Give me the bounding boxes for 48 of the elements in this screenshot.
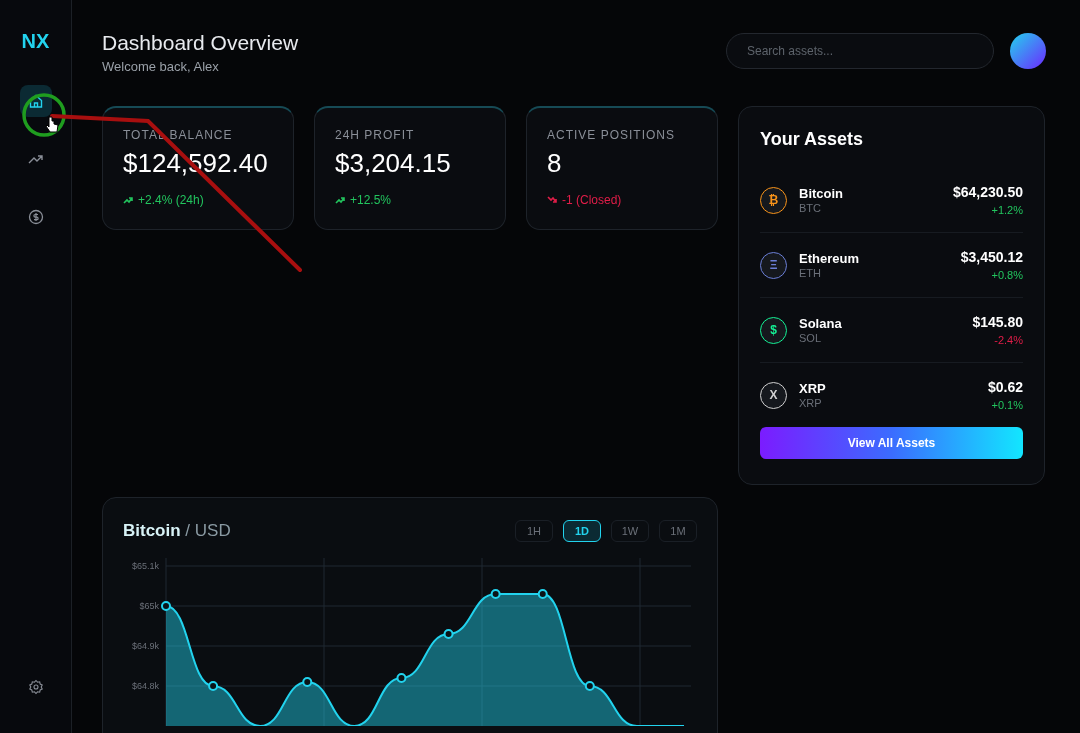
trend-icon — [27, 153, 44, 165]
dollar-icon — [27, 209, 44, 225]
asset-change: +1.2% — [990, 204, 1023, 216]
asset-change: -2.4% — [993, 334, 1023, 346]
stat-change: -1 (Closed) — [562, 193, 622, 207]
coin-icon: Ξ — [760, 251, 787, 279]
asset-name: XRP — [799, 381, 827, 396]
coin-icon: $ — [760, 316, 787, 344]
stat-value: $3,204.15 — [335, 148, 452, 179]
axis-label: $65k — [139, 601, 159, 611]
asset-symbol: XRP — [799, 397, 823, 409]
asset-price: $3,450.12 — [960, 249, 1023, 265]
avatar[interactable] — [1010, 33, 1046, 69]
settings-icon — [27, 679, 44, 695]
asset-name: Ethereum — [799, 251, 860, 266]
stat-label: ACTIVE POSITIONS — [547, 128, 677, 142]
asset-price: $145.80 — [972, 314, 1023, 330]
stat-label: 24H PROFIT — [335, 128, 416, 142]
hand-cursor-icon — [45, 116, 59, 133]
stat-value: 8 — [547, 148, 563, 179]
stat-change: +2.4% (24h) — [138, 193, 204, 207]
asset-change: +0.1% — [990, 399, 1023, 411]
range-tab[interactable]: 1M — [659, 520, 697, 542]
asset-price: $64,230.50 — [952, 184, 1023, 200]
coin-icon: ₿ — [760, 186, 787, 214]
asset-symbol: SOL — [799, 332, 822, 344]
range-tab[interactable]: 1D — [563, 520, 601, 542]
axis-label: $64.8k — [131, 681, 159, 691]
chart-title: Bitcoin / USD — [123, 521, 231, 541]
asset-change: +0.8% — [990, 269, 1023, 281]
highlight-ring — [22, 93, 66, 137]
asset-name: Solana — [799, 316, 843, 331]
asset-name: Bitcoin — [799, 186, 845, 201]
stat-change: +12.5% — [350, 193, 392, 207]
range-tab[interactable]: 1H — [515, 520, 553, 542]
coin-icon: X — [760, 381, 787, 409]
axis-label: $65.1k — [131, 561, 159, 571]
range-tab[interactable]: 1W — [611, 520, 649, 542]
asset-price: $0.62 — [987, 379, 1023, 395]
view-all-button[interactable]: View All Assets — [760, 427, 1023, 459]
axis-label: $64.9k — [131, 641, 159, 651]
asset-symbol: BTC — [799, 202, 822, 214]
page-title: Dashboard Overview — [102, 31, 299, 55]
welcome-text: Welcome back, Alex — [102, 59, 220, 74]
asset-symbol: ETH — [799, 267, 822, 279]
logo: NX — [21, 30, 50, 53]
search-field[interactable]: Search assets... — [726, 33, 994, 69]
panel-title: Your Assets — [760, 129, 865, 150]
